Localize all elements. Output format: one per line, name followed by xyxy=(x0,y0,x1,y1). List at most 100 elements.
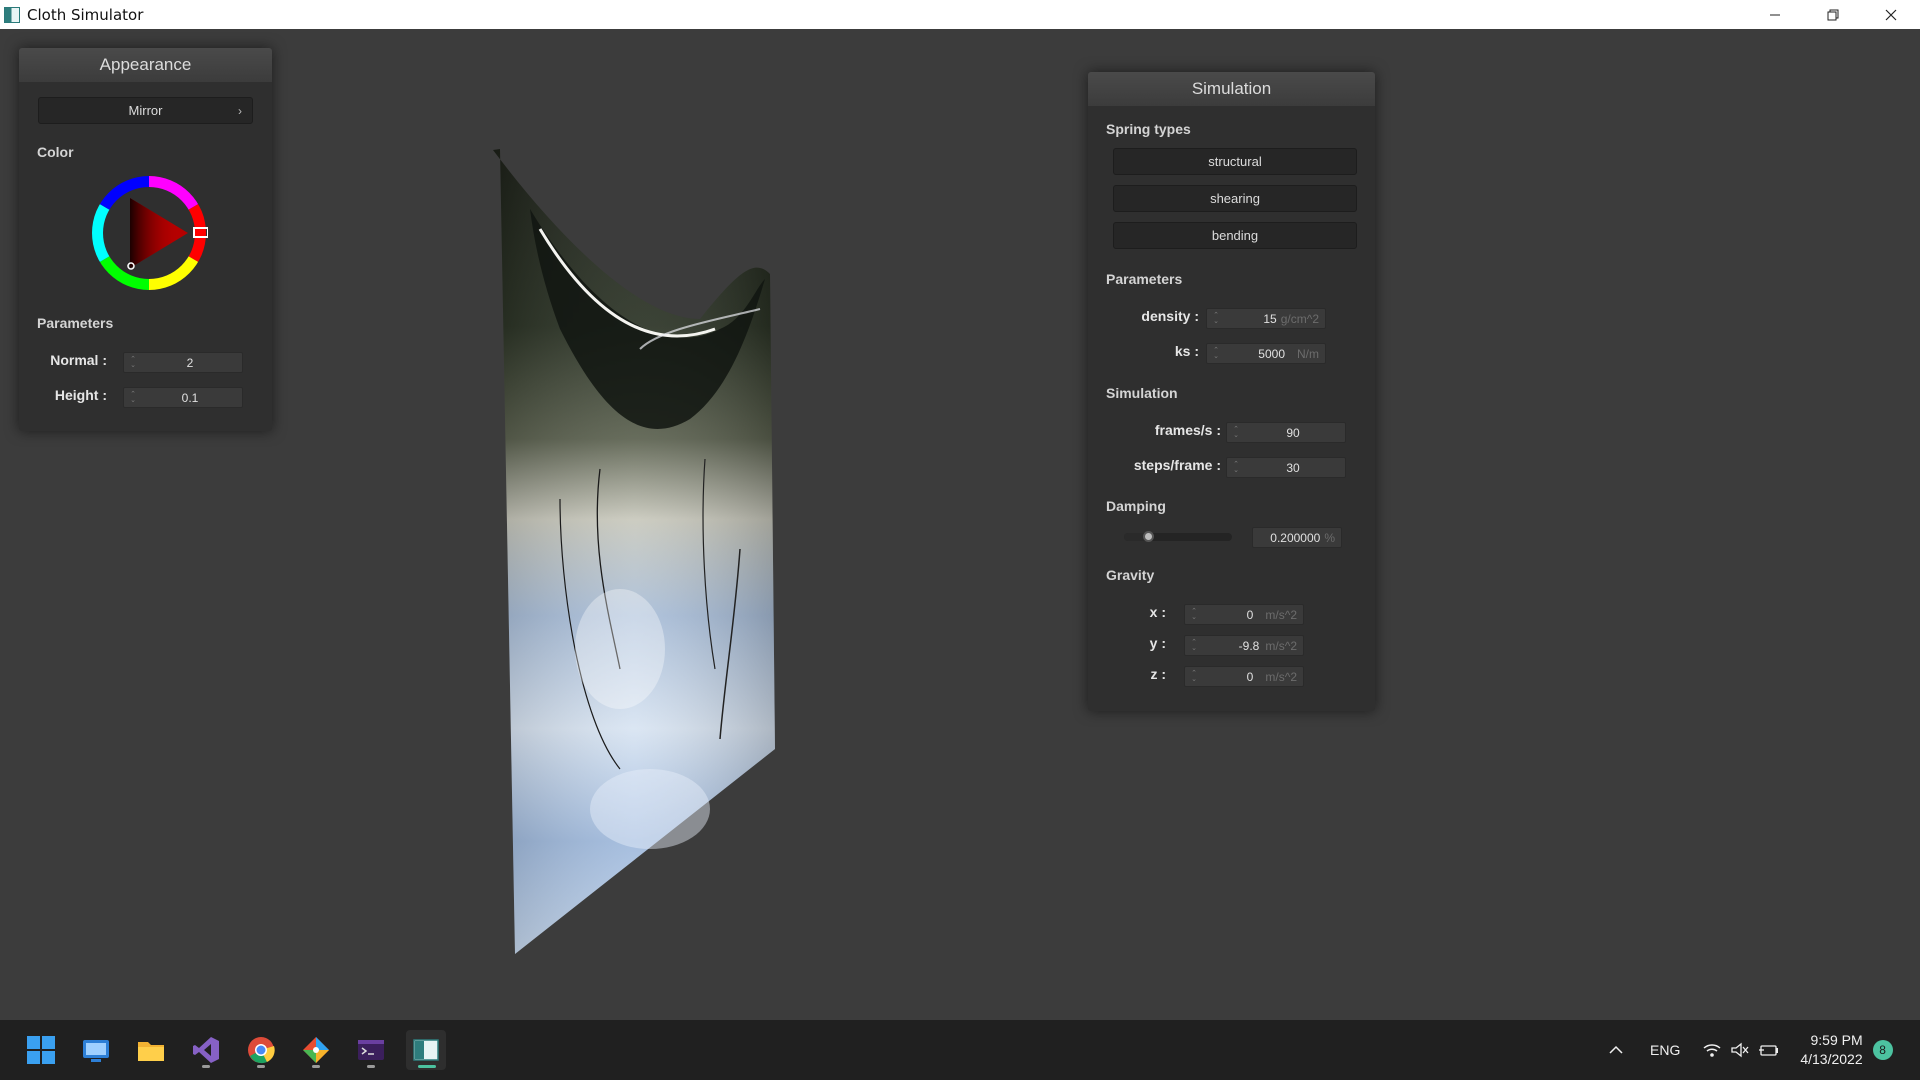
remote-desktop-app[interactable] xyxy=(76,1030,116,1070)
battery-icon[interactable] xyxy=(1758,1040,1780,1060)
chevron-up-icon[interactable] xyxy=(1606,1040,1626,1060)
material-dropdown-value: Mirror xyxy=(128,103,163,118)
simulation-panel: Simulation Spring types structural shear… xyxy=(1088,72,1375,711)
ks-unit: N/m xyxy=(1297,346,1319,361)
appearance-panel-title: Appearance xyxy=(19,48,272,82)
notification-badge[interactable]: 8 xyxy=(1872,1040,1893,1060)
gravity-y-label: y : xyxy=(1149,635,1166,651)
height-value: 0.1 xyxy=(181,390,199,405)
git-icon xyxy=(303,1037,329,1063)
damping-slider[interactable] xyxy=(1124,531,1232,542)
simulation-section-label: Simulation xyxy=(1106,385,1178,401)
volume-muted-icon[interactable] xyxy=(1730,1040,1750,1060)
git-app[interactable] xyxy=(296,1030,336,1070)
ks-input[interactable]: ⌃ ⌄ 5000 N/m xyxy=(1206,343,1326,364)
window-title: Cloth Simulator xyxy=(27,5,144,24)
color-section-label: Color xyxy=(37,144,74,160)
density-value: 15 xyxy=(1263,311,1277,326)
material-dropdown[interactable]: Mirror › xyxy=(38,97,253,124)
spinner-arrows-icon[interactable]: ⌃ ⌄ xyxy=(1211,347,1221,360)
ks-label: ks : xyxy=(1174,343,1199,359)
chrome-app[interactable] xyxy=(241,1030,281,1070)
file-explorer-app[interactable] xyxy=(131,1030,171,1070)
normal-input[interactable]: ⌃ ⌄ 2 xyxy=(123,352,243,373)
language-indicator[interactable]: ENG xyxy=(1650,1042,1680,1058)
spinner-arrows-icon[interactable]: ⌃ ⌄ xyxy=(128,391,138,404)
terminal-app[interactable] xyxy=(351,1030,391,1070)
cloth-simulator-app[interactable] xyxy=(406,1030,446,1070)
terminal-icon xyxy=(358,1040,384,1060)
window-controls xyxy=(1746,0,1920,29)
density-label: density : xyxy=(1141,308,1199,324)
gravity-z-value: 0 xyxy=(1246,669,1254,684)
clock[interactable]: 9:59 PM 4/13/2022 xyxy=(1800,1031,1862,1069)
height-input[interactable]: ⌃ ⌄ 0.1 xyxy=(123,387,243,408)
density-input[interactable]: ⌃ ⌄ 15 g/cm^2 xyxy=(1206,308,1326,329)
close-button[interactable] xyxy=(1862,0,1920,29)
spinner-arrows-icon[interactable]: ⌃ ⌄ xyxy=(1189,639,1199,652)
visual-studio-icon xyxy=(193,1037,219,1063)
start-icon xyxy=(27,1036,55,1064)
title-bar: Cloth Simulator xyxy=(0,0,1920,29)
wifi-icon[interactable] xyxy=(1702,1040,1722,1060)
damping-value: 0.200000 xyxy=(1270,530,1321,545)
structural-button[interactable]: structural xyxy=(1113,148,1357,175)
spinner-arrows-icon[interactable]: ⌃ ⌄ xyxy=(1231,426,1241,439)
appearance-panel: Appearance Mirror › Color Parameters Nor… xyxy=(19,48,272,431)
clock-date: 4/13/2022 xyxy=(1800,1051,1863,1067)
clock-time: 9:59 PM xyxy=(1810,1032,1863,1048)
spinner-arrows-icon[interactable]: ⌃ ⌄ xyxy=(1211,312,1221,325)
sim-parameters-label: Parameters xyxy=(1106,271,1183,287)
color-wheel[interactable] xyxy=(90,174,208,292)
gravity-z-label: z : xyxy=(1150,666,1166,682)
height-label: Height : xyxy=(54,387,107,403)
gravity-y-input[interactable]: ⌃ ⌄ -9.8 m/s^2 xyxy=(1184,635,1304,656)
running-indicator xyxy=(312,1065,320,1068)
damping-unit: % xyxy=(1324,530,1335,545)
bending-button[interactable]: bending xyxy=(1113,222,1357,249)
fps-input[interactable]: ⌃ ⌄ 90 xyxy=(1226,422,1346,443)
gravity-z-input[interactable]: ⌃ ⌄ 0 m/s^2 xyxy=(1184,666,1304,687)
shearing-button[interactable]: shearing xyxy=(1113,185,1357,212)
gravity-y-unit: m/s^2 xyxy=(1265,638,1297,653)
render-viewport[interactable] xyxy=(0,29,1920,1020)
simulation-panel-title: Simulation xyxy=(1088,72,1375,106)
start-button[interactable] xyxy=(21,1030,61,1070)
notification-count: 8 xyxy=(1879,1043,1886,1057)
cloth-mesh[interactable] xyxy=(0,29,1920,1020)
restore-button[interactable] xyxy=(1804,0,1862,29)
damping-input[interactable]: 0.200000 % xyxy=(1252,527,1342,548)
minimize-button[interactable] xyxy=(1746,0,1804,29)
taskbar: ENG 9:59 PM 4/13/2022 8 xyxy=(0,1020,1920,1080)
ks-value: 5000 xyxy=(1258,346,1285,361)
density-unit: g/cm^2 xyxy=(1280,311,1319,326)
chrome-icon xyxy=(248,1037,275,1064)
running-indicator xyxy=(257,1065,265,1068)
fps-value: 90 xyxy=(1286,425,1300,440)
damping-label: Damping xyxy=(1106,498,1166,514)
app-icon xyxy=(4,6,20,23)
gravity-x-value: 0 xyxy=(1246,607,1254,622)
gravity-z-unit: m/s^2 xyxy=(1265,669,1297,684)
gravity-x-input[interactable]: ⌃ ⌄ 0 m/s^2 xyxy=(1184,604,1304,625)
damping-slider-knob[interactable] xyxy=(1143,531,1154,542)
running-indicator xyxy=(367,1065,375,1068)
normal-value: 2 xyxy=(186,355,194,370)
gravity-x-label: x : xyxy=(1149,604,1166,620)
spinner-arrows-icon[interactable]: ⌃ ⌄ xyxy=(1189,608,1199,621)
active-app-indicator xyxy=(418,1065,436,1068)
steps-input[interactable]: ⌃ ⌄ 30 xyxy=(1226,457,1346,478)
minimize-icon xyxy=(1770,14,1780,15)
spinner-arrows-icon[interactable]: ⌃ ⌄ xyxy=(1189,670,1199,683)
visual-studio-app[interactable] xyxy=(186,1030,226,1070)
spring-types-label: Spring types xyxy=(1106,121,1191,137)
restore-icon xyxy=(1827,9,1839,20)
spinner-arrows-icon[interactable]: ⌃ ⌄ xyxy=(1231,461,1241,474)
steps-label: steps/frame : xyxy=(1133,457,1221,473)
remote-desktop-icon xyxy=(83,1040,109,1062)
gravity-label: Gravity xyxy=(1106,567,1155,583)
spinner-arrows-icon[interactable]: ⌃ ⌄ xyxy=(128,356,138,369)
appearance-parameters-label: Parameters xyxy=(37,315,114,331)
chevron-right-icon: › xyxy=(238,103,242,118)
running-indicator xyxy=(202,1065,210,1068)
